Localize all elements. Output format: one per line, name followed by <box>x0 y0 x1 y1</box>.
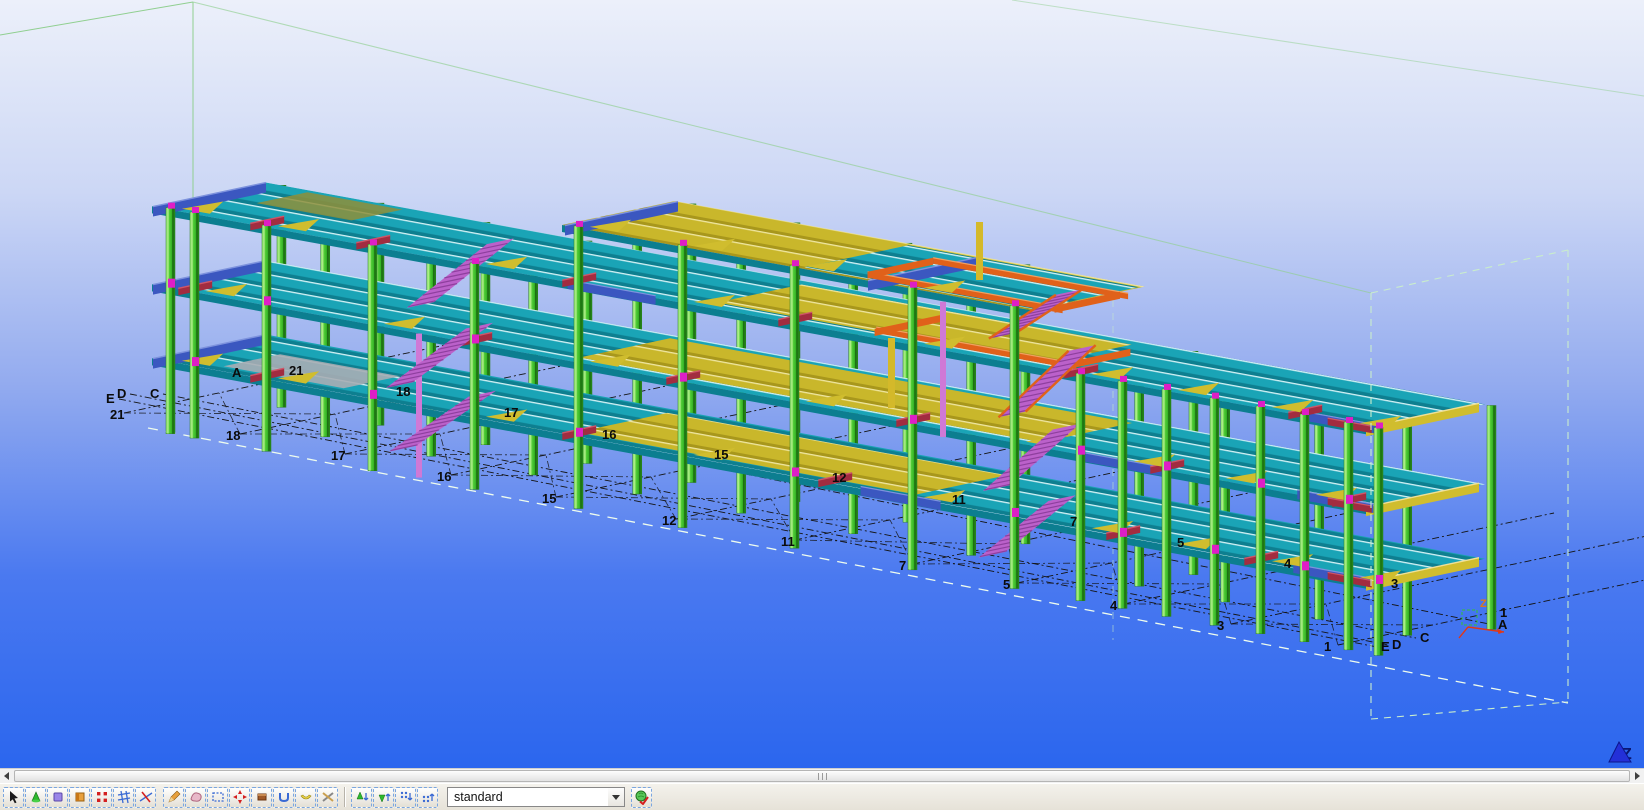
select-all-icon <box>6 789 22 805</box>
grid-label: 18 <box>226 428 240 443</box>
scroll-right-arrow-icon <box>1635 772 1640 780</box>
select-assemblies-down-icon <box>354 789 370 805</box>
select-points-icon <box>94 789 110 805</box>
select-cuts-button[interactable] <box>163 787 184 808</box>
select-views-icon <box>210 789 226 805</box>
scrollbar-track[interactable] <box>13 769 1631 783</box>
grid-label: E <box>1381 639 1390 654</box>
select-fittings-icon <box>232 789 248 805</box>
grid-label: 7 <box>899 558 906 573</box>
selection-toolbar: standard <box>0 783 1644 810</box>
grid-label: 12 <box>832 470 846 485</box>
grid-label: 15 <box>714 447 728 462</box>
select-parts-button[interactable] <box>25 787 46 808</box>
grid-label: 16 <box>437 469 451 484</box>
grid-label: 18 <box>396 384 410 399</box>
grid-label: 17 <box>504 405 518 420</box>
select-surfaces-icon <box>188 789 204 805</box>
grid-label: 11 <box>952 492 966 507</box>
select-points-button[interactable] <box>91 787 112 808</box>
chevron-down-icon <box>612 795 620 800</box>
select-fittings-button[interactable] <box>229 787 250 808</box>
selection-filter-combobox[interactable]: standard <box>447 787 625 807</box>
grid-label: 3 <box>1217 618 1224 633</box>
select-welds-icon <box>276 789 292 805</box>
select-bolts-button[interactable] <box>317 787 338 808</box>
grid-label: E <box>106 391 115 406</box>
select-objects-up-button[interactable] <box>417 787 438 808</box>
select-assemblies-down-button[interactable] <box>351 787 372 808</box>
select-bolts-icon <box>320 789 336 805</box>
selection-filter-icon <box>634 789 650 805</box>
grid-label: 4 <box>1110 598 1118 613</box>
select-assemblies-up-icon <box>376 789 392 805</box>
grid-label: 3 <box>1391 576 1398 591</box>
select-welds-button[interactable] <box>273 787 294 808</box>
grid-label: D <box>1392 637 1401 652</box>
select-grid-lines-button[interactable] <box>135 787 156 808</box>
grid-label: 16 <box>602 427 616 442</box>
grid-label: 12 <box>662 513 676 528</box>
grid-label: 5 <box>1003 577 1010 592</box>
grid-label: 15 <box>542 491 556 506</box>
grid-label: 4 <box>1284 556 1292 571</box>
selection-filter-value: standard <box>454 790 608 804</box>
select-assemblies-icon <box>72 789 88 805</box>
grid-label: D <box>117 386 126 401</box>
select-grids-button[interactable] <box>113 787 134 808</box>
select-grid-lines-icon <box>138 789 154 805</box>
selection-filter-slot <box>631 787 653 808</box>
grid-label: 21 <box>110 407 124 422</box>
model-viewport[interactable]: 21181716151211754312118171615121175431ED… <box>0 0 1644 768</box>
select-assemblies-button[interactable] <box>69 787 90 808</box>
tekla-window: 21181716151211754312118171615121175431ED… <box>0 0 1644 810</box>
scroll-left-button[interactable] <box>0 769 13 783</box>
scrollbar-thumb[interactable] <box>14 770 1630 782</box>
select-grids-icon <box>116 789 132 805</box>
select-cuts-icon <box>166 789 182 805</box>
selection-filter-button[interactable] <box>631 787 652 808</box>
horizontal-scrollbar[interactable] <box>0 768 1644 783</box>
work-plane-z-label: Z <box>1480 598 1487 610</box>
select-assemblies-up-button[interactable] <box>373 787 394 808</box>
grid-label: 11 <box>781 534 795 549</box>
select-all-button[interactable] <box>3 787 24 808</box>
grid-label: C <box>1420 630 1430 645</box>
grid-label: C <box>150 386 160 401</box>
scroll-right-button[interactable] <box>1631 769 1644 783</box>
select-parts-icon <box>28 789 44 805</box>
select-components-icon <box>50 789 66 805</box>
select-objects-down-button[interactable] <box>395 787 416 808</box>
select-objects-down-icon <box>398 789 414 805</box>
scroll-left-arrow-icon <box>4 772 9 780</box>
select-connections-button[interactable] <box>251 787 272 808</box>
grid-label: 5 <box>1177 535 1184 550</box>
select-objects-up-icon <box>420 789 436 805</box>
scrollbar-grip-icon <box>818 773 827 780</box>
select-connections-icon <box>254 789 270 805</box>
selection-switches-strip <box>3 787 439 808</box>
grid-label: A <box>232 365 242 380</box>
select-components-button[interactable] <box>47 787 68 808</box>
grid-label: 17 <box>331 448 345 463</box>
grid-label: 1 <box>1324 639 1331 654</box>
combobox-dropdown-button[interactable] <box>608 788 624 806</box>
select-surfaces-button[interactable] <box>185 787 206 808</box>
select-reinforcing-bars-icon <box>298 789 314 805</box>
select-reinforcing-bars-button[interactable] <box>295 787 316 808</box>
grid-label: 7 <box>1070 514 1077 529</box>
grid-label: 21 <box>289 363 303 378</box>
select-views-button[interactable] <box>207 787 228 808</box>
